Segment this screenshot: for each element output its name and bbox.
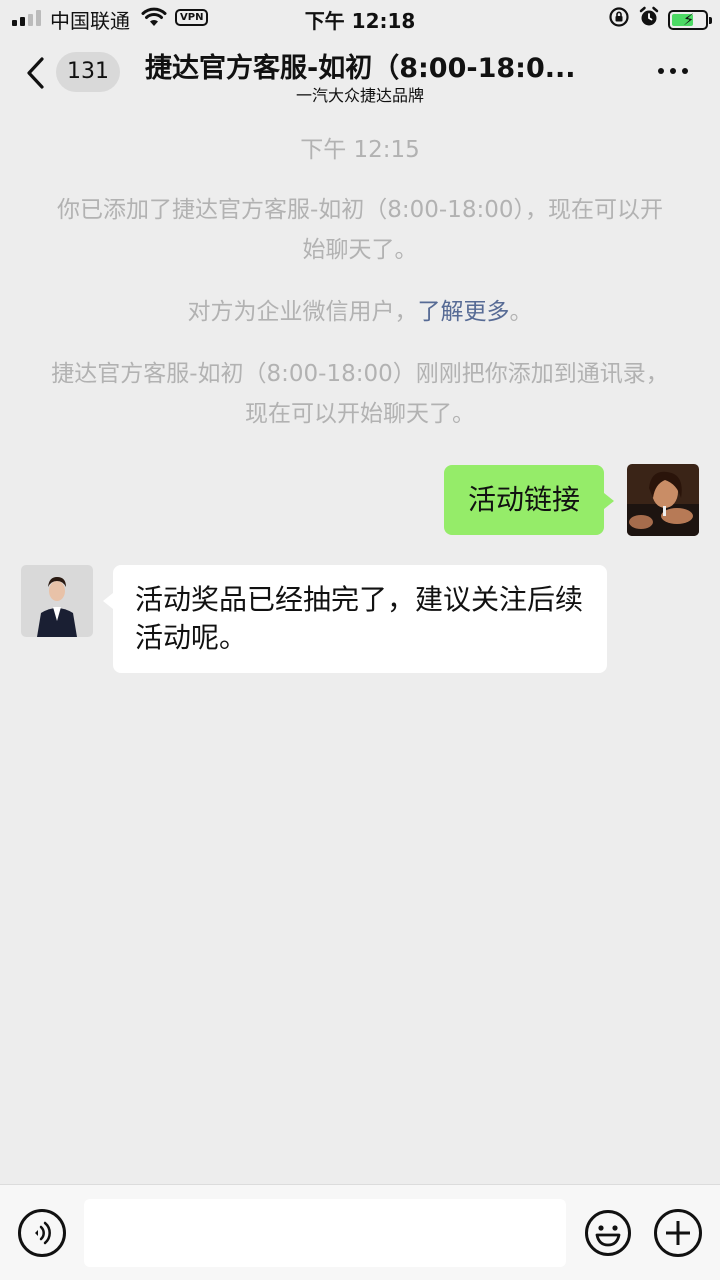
- emoji-icon: [585, 1210, 631, 1256]
- chat-title: 捷达官方客服-如初（8:00-18:0...: [145, 53, 576, 84]
- system-message-enterprise: 对方为企业微信用户，了解更多。: [40, 292, 680, 332]
- contact-message-text: 活动奖品已经抽完了，建议关注后续活动呢。: [135, 583, 584, 654]
- status-bar: 中国联通 VPN 下午 12:18 ⚡: [0, 0, 720, 36]
- my-avatar[interactable]: [627, 464, 699, 536]
- more-dots-icon: [658, 68, 664, 74]
- orientation-lock-icon: [608, 6, 630, 33]
- system-message-added: 你已添加了捷达官方客服-如初（8:00-18:00），现在可以开始聊天了。: [56, 197, 664, 263]
- alarm-icon: [638, 6, 660, 33]
- battery-icon: ⚡: [668, 9, 712, 30]
- input-bar: [0, 1184, 720, 1280]
- message-input[interactable]: [84, 1199, 566, 1267]
- system-message-enterprise-suffix: 。: [509, 299, 533, 325]
- voice-button[interactable]: [18, 1209, 66, 1257]
- learn-more-link[interactable]: 了解更多: [418, 299, 510, 325]
- contact-avatar[interactable]: [21, 565, 93, 637]
- chat-subtitle: 一汽大众捷达品牌: [295, 86, 424, 105]
- plus-button[interactable]: [654, 1209, 702, 1257]
- system-message-contact: 捷达官方客服-如初（8:00-18:00）刚刚把你添加到通讯录，现在可以开始聊天…: [51, 361, 669, 427]
- voice-icon: [35, 1221, 51, 1245]
- emoji-button[interactable]: [584, 1209, 632, 1257]
- system-message-enterprise-prefix: 对方为企业微信用户，: [187, 299, 418, 325]
- chat-header: 131 捷达官方客服-如初（8:00-18:0... 一汽大众捷达品牌: [0, 36, 720, 108]
- contact-message-bubble[interactable]: 活动奖品已经抽完了，建议关注后续活动呢。: [103, 565, 607, 673]
- more-options-button[interactable]: [658, 68, 688, 74]
- my-message-text: 活动链接: [468, 483, 581, 516]
- my-message-bubble[interactable]: 活动链接: [444, 465, 615, 535]
- message-timestamp: 下午 12:15: [300, 137, 420, 163]
